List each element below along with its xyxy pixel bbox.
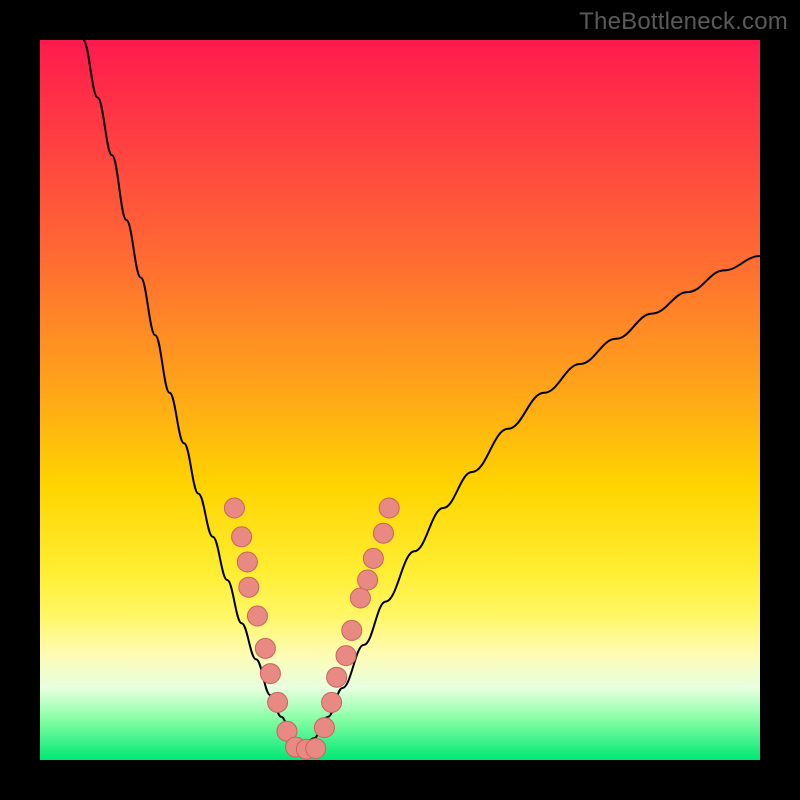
data-marker <box>224 498 244 518</box>
data-marker <box>314 718 334 738</box>
plot-area <box>40 40 760 760</box>
data-marker <box>237 552 257 572</box>
data-marker <box>358 570 378 590</box>
data-marker <box>379 498 399 518</box>
data-marker <box>327 667 347 687</box>
data-marker <box>306 738 326 758</box>
data-marker <box>336 646 356 666</box>
curve-group <box>83 40 760 749</box>
data-marker <box>373 523 393 543</box>
data-marker <box>247 606 267 626</box>
data-marker <box>342 620 362 640</box>
data-marker <box>363 548 383 568</box>
chart-svg <box>40 40 760 760</box>
data-marker <box>239 577 259 597</box>
data-marker <box>322 692 342 712</box>
chart-frame: TheBottleneck.com <box>0 0 800 800</box>
curve-right-curve <box>303 256 760 749</box>
watermark-text: TheBottleneck.com <box>579 8 788 36</box>
data-marker <box>268 692 288 712</box>
data-marker <box>255 638 275 658</box>
data-marker <box>350 588 370 608</box>
data-marker <box>260 664 280 684</box>
data-marker <box>232 527 252 547</box>
